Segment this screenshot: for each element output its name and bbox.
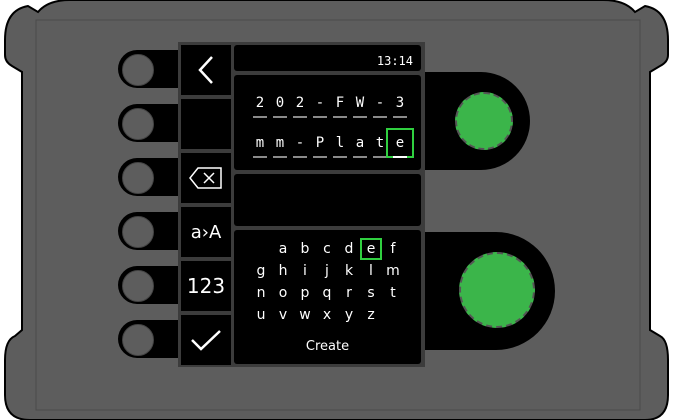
name-char: t — [370, 132, 390, 158]
key[interactable]: a — [272, 238, 294, 260]
checkmark-icon — [191, 330, 221, 351]
key-blank — [250, 238, 272, 260]
hw-button-1[interactable] — [118, 50, 184, 88]
key[interactable]: x — [316, 304, 338, 326]
key[interactable]: v — [272, 304, 294, 326]
key[interactable]: j — [316, 260, 338, 282]
key[interactable]: w — [294, 304, 316, 326]
name-char: W — [350, 92, 370, 118]
key[interactable]: p — [294, 282, 316, 304]
name-char: a — [350, 132, 370, 158]
keyboard-row-3: n o p q r s t — [250, 282, 404, 304]
name-line-1: 2 0 2 - F W - 3 — [250, 92, 410, 118]
keyboard-row-2: g h i j k l m — [250, 260, 404, 282]
key[interactable]: z — [360, 304, 382, 326]
case-toggle-button[interactable]: a›A — [181, 207, 231, 257]
name-char: m — [250, 132, 270, 158]
lower-knob[interactable] — [459, 252, 535, 328]
hw-button-cap — [122, 54, 154, 86]
key[interactable]: y — [338, 304, 360, 326]
name-char: F — [330, 92, 350, 118]
key[interactable]: f — [382, 238, 404, 260]
hw-button-cap — [122, 108, 154, 140]
hw-button-cap — [122, 324, 154, 356]
name-char: 3 — [390, 92, 410, 118]
empty-soft-key[interactable] — [181, 99, 231, 149]
name-char: P — [310, 132, 330, 158]
back-button[interactable] — [181, 45, 231, 95]
hw-button-6[interactable] — [118, 320, 184, 358]
confirm-button[interactable] — [181, 315, 231, 365]
key[interactable]: k — [338, 260, 360, 282]
name-char: m — [270, 132, 290, 158]
key[interactable]: b — [294, 238, 316, 260]
name-char: 0 — [270, 92, 290, 118]
key[interactable]: o — [272, 282, 294, 304]
key[interactable]: c — [316, 238, 338, 260]
hw-button-5[interactable] — [118, 266, 184, 304]
hw-button-cap — [122, 270, 154, 302]
name-char: - — [310, 92, 330, 118]
key[interactable]: h — [272, 260, 294, 282]
keyboard-row-4: u v w x y z — [250, 304, 404, 326]
key[interactable]: m — [382, 260, 404, 282]
hw-button-cap — [122, 162, 154, 194]
key[interactable]: r — [338, 282, 360, 304]
key[interactable]: s — [360, 282, 382, 304]
name-char: 2 — [290, 92, 310, 118]
upper-knob[interactable] — [455, 92, 513, 150]
hw-button-3[interactable] — [118, 158, 184, 196]
numeric-mode-button[interactable]: 123 — [181, 261, 231, 311]
key[interactable]: l — [360, 260, 382, 282]
key[interactable]: t — [382, 282, 404, 304]
name-char: - — [370, 92, 390, 118]
backspace-icon — [189, 167, 222, 189]
key[interactable]: n — [250, 282, 272, 304]
key-selected[interactable]: e — [360, 238, 382, 260]
delete-button[interactable] — [181, 153, 231, 203]
name-input-panel[interactable]: 2 0 2 - F W - 3 m m - P l a t e — [234, 75, 421, 170]
hw-button-4[interactable] — [118, 212, 184, 250]
name-line-2: m m - P l a t e — [250, 128, 414, 158]
chevron-left-icon — [198, 56, 213, 84]
key[interactable]: d — [338, 238, 360, 260]
keyboard-row-1: a b c d e f — [250, 238, 404, 260]
keyboard-panel: a b c d e f g h i j k l m n o p q r s t … — [234, 230, 421, 364]
key[interactable]: i — [294, 260, 316, 282]
name-char: l — [330, 132, 350, 158]
name-char: - — [290, 132, 310, 158]
clock: 13:14 — [376, 54, 413, 68]
name-char: 2 — [250, 92, 270, 118]
key[interactable]: u — [250, 304, 272, 326]
hw-button-2[interactable] — [118, 104, 184, 142]
text-cursor-char: e — [386, 128, 414, 158]
create-button[interactable]: Create — [234, 339, 421, 354]
key[interactable]: g — [250, 260, 272, 282]
key-blank — [382, 304, 404, 326]
hw-button-cap — [122, 216, 154, 248]
status-bar: 13:14 — [234, 45, 421, 71]
key[interactable]: q — [316, 282, 338, 304]
empty-panel — [234, 174, 421, 226]
